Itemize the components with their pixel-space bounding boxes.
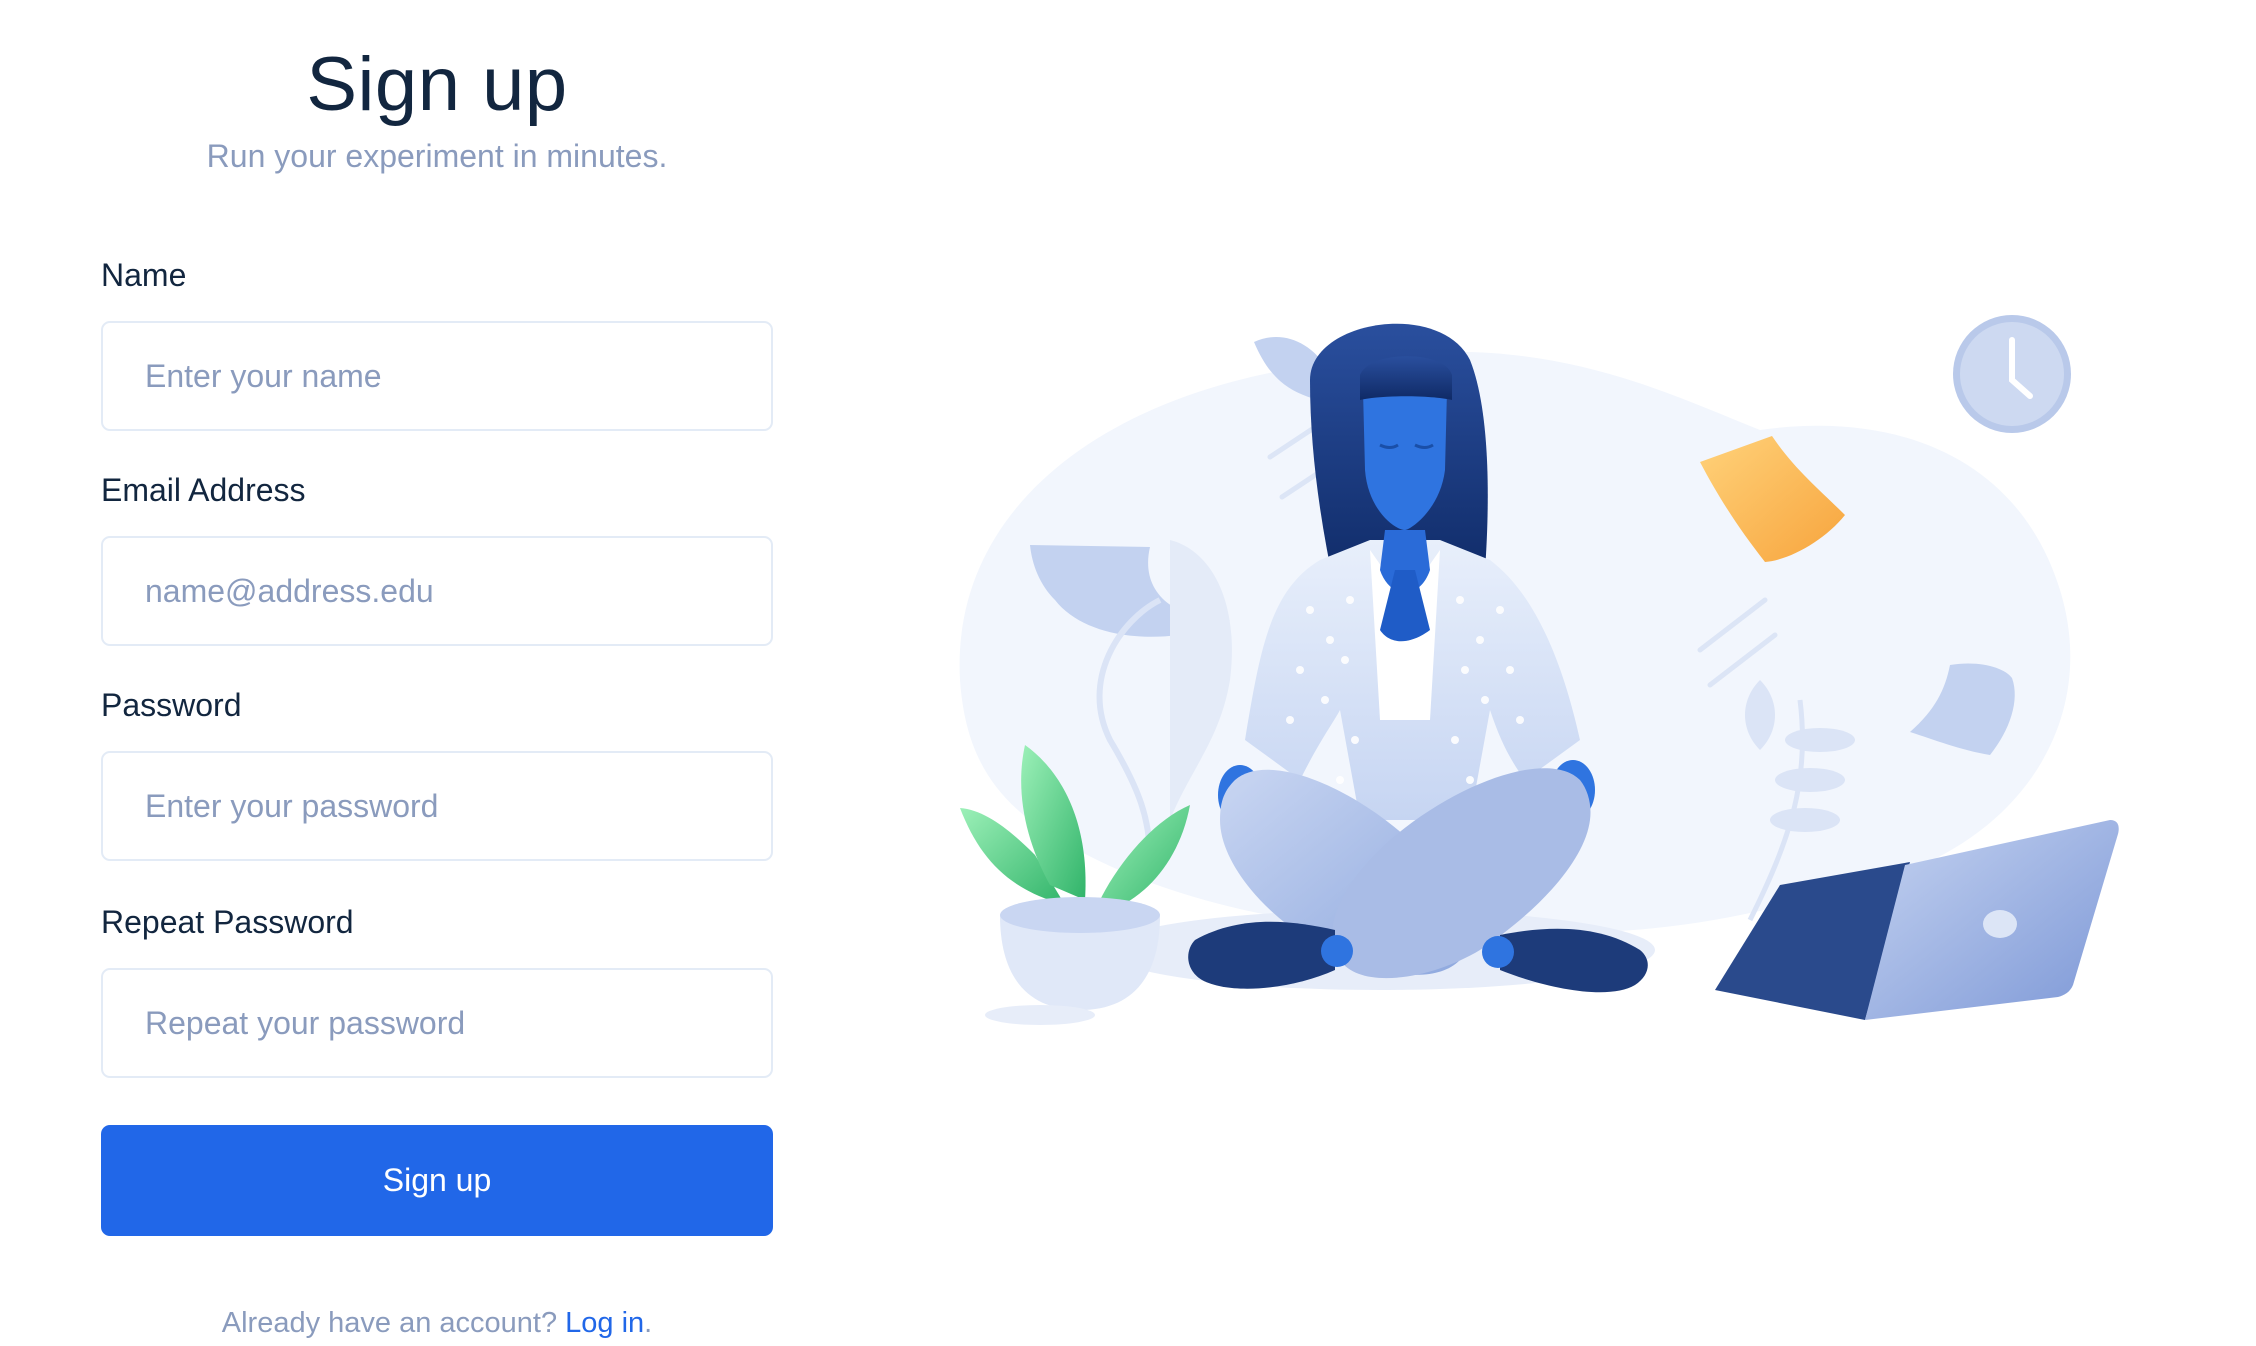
email-field-group: Email Address <box>101 470 773 646</box>
login-prompt-text: Already have an account? <box>221 1307 558 1339</box>
login-prompt-suffix: . <box>644 1307 653 1339</box>
name-label: Name <box>101 257 187 293</box>
repeat-password-input[interactable] <box>101 968 773 1078</box>
page-subtitle: Run your experiment in minutes. <box>206 138 668 174</box>
name-field-group: Name <box>101 255 773 431</box>
signup-page: Sign up Run your experiment in minutes. … <box>0 0 2256 1346</box>
repeat-password-field-group: Repeat Password <box>101 902 773 1078</box>
email-input[interactable] <box>101 536 773 646</box>
meditating-person-illustration <box>959 315 2119 1025</box>
password-field-group: Password <box>101 685 773 861</box>
sign-up-button[interactable]: Sign up <box>101 1125 773 1236</box>
login-prompt: Already have an account? Log in. <box>101 1305 773 1341</box>
repeat-password-label: Repeat Password <box>101 904 354 940</box>
page-title: Sign up <box>306 42 568 127</box>
name-input[interactable] <box>101 321 773 431</box>
login-link[interactable]: Log in <box>565 1307 644 1339</box>
password-input[interactable] <box>101 751 773 861</box>
clock-icon <box>1953 315 2071 433</box>
signup-form-column: Sign up Run your experiment in minutes. … <box>101 0 773 1339</box>
email-label: Email Address <box>101 472 306 508</box>
password-label: Password <box>101 687 242 723</box>
